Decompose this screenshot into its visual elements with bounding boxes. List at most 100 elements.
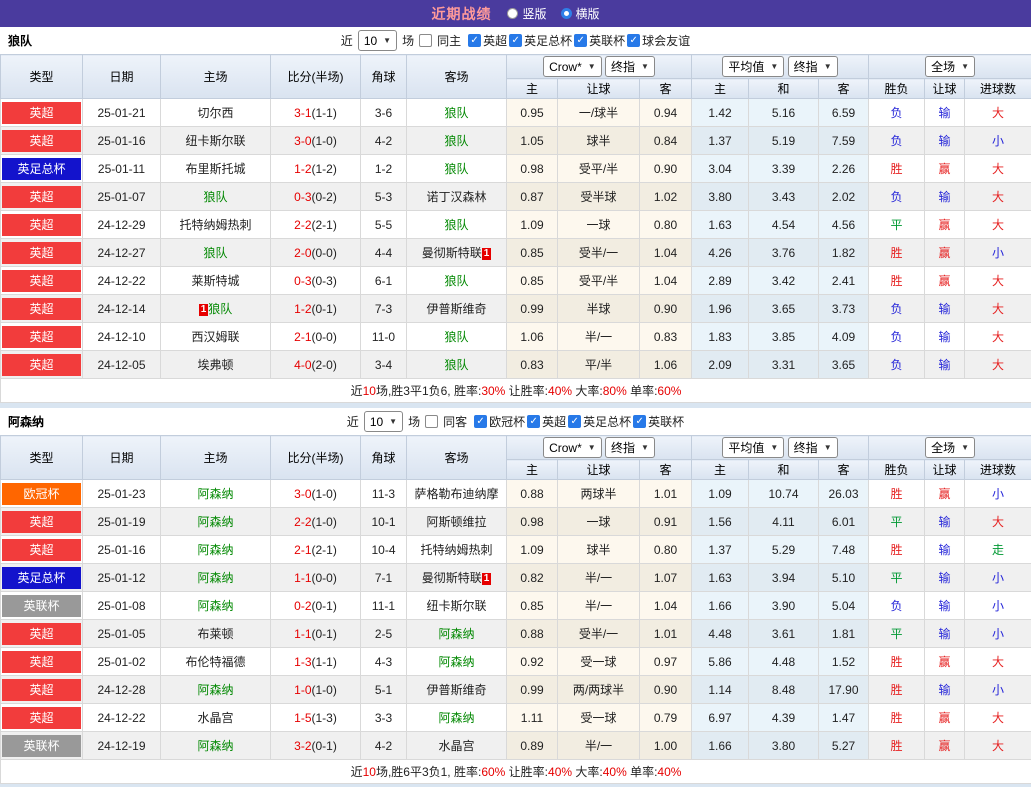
summary-stat-value: 80% <box>603 384 627 398</box>
league-checkbox-checked[interactable]: ✓ <box>568 415 581 428</box>
league-checkbox-checked[interactable]: ✓ <box>574 34 587 47</box>
full-time-score: 0-2 <box>294 599 311 613</box>
away-team-link[interactable]: 狼队 <box>444 330 468 344</box>
crow-away-odds: 1.04 <box>640 267 692 295</box>
average-select[interactable]: 平均值▼ <box>722 437 784 458</box>
league-filter-option[interactable]: ✓英足总杯 <box>509 32 572 49</box>
average-time-select[interactable]: 终指▼ <box>788 437 838 458</box>
half-time-score: (1-1) <box>312 106 337 120</box>
league-filter-option[interactable]: ✓欧冠杯 <box>474 413 525 430</box>
away-team-link[interactable]: 阿森纳 <box>438 627 474 641</box>
team-name: 狼队 <box>8 32 32 49</box>
league-filter-option[interactable]: ✓英联杯 <box>574 32 625 49</box>
home-team-link[interactable]: 狼队 <box>203 246 227 260</box>
home-team-link[interactable]: 阿森纳 <box>197 487 233 501</box>
horizontal-layout-radio[interactable]: 横版 <box>561 5 600 22</box>
goals-result: 大 <box>965 351 1031 379</box>
average-select[interactable]: 平均值▼ <box>722 56 784 77</box>
league-checkbox-checked[interactable]: ✓ <box>474 415 487 428</box>
away-team-link[interactable]: 伊普斯维奇 <box>426 683 486 697</box>
league-checkbox-checked[interactable]: ✓ <box>509 34 522 47</box>
home-team-link[interactable]: 水晶宫 <box>197 711 233 725</box>
odds-time-select[interactable]: 终指▼ <box>605 56 655 77</box>
league-checkbox-checked[interactable]: ✓ <box>627 34 640 47</box>
away-team-link[interactable]: 狼队 <box>444 218 468 232</box>
away-team-link[interactable]: 萨格勒布迪纳摩 <box>414 487 498 501</box>
away-team-link[interactable]: 狼队 <box>444 358 468 372</box>
match-count-select[interactable]: 10▼ <box>364 411 403 432</box>
home-team-link[interactable]: 狼队 <box>208 302 232 316</box>
scope-select[interactable]: 全场▼ <box>925 56 975 77</box>
league-filter-option[interactable]: ✓英超 <box>527 413 566 430</box>
league-checkbox-checked[interactable]: ✓ <box>468 34 481 47</box>
home-team-cell: 水晶宫 <box>161 704 271 732</box>
table-row: 英超25-01-02布伦特福德1-3(1-1)4-3阿森纳0.92受一球0.97… <box>1 648 1031 676</box>
league-filter-label: 英超 <box>542 413 566 430</box>
home-team-link[interactable]: 埃弗顿 <box>197 358 233 372</box>
handicap-result: 输 <box>925 592 965 620</box>
away-team-link[interactable]: 诺丁汉森林 <box>426 190 486 204</box>
home-team-link[interactable]: 布莱顿 <box>197 627 233 641</box>
table-row: 英超25-01-16纽卡斯尔联3-0(1-0)4-2狼队1.05球半0.841.… <box>1 127 1031 155</box>
full-time-score: 1-2 <box>294 162 311 176</box>
home-team-link[interactable]: 布伦特福德 <box>185 655 245 669</box>
crow-handicap: 一/球半 <box>558 99 640 127</box>
home-team-link[interactable]: 布里斯托城 <box>185 162 245 176</box>
odds-source-select[interactable]: Crow*▼ <box>543 56 602 77</box>
league-filter-option[interactable]: ✓球会友谊 <box>627 32 690 49</box>
corner-count: 3-4 <box>361 351 407 379</box>
away-team-link[interactable]: 伊普斯维奇 <box>426 302 486 316</box>
away-team-link[interactable]: 纽卡斯尔联 <box>426 599 486 613</box>
away-team-link[interactable]: 阿森纳 <box>438 655 474 669</box>
home-team-link[interactable]: 狼队 <box>203 190 227 204</box>
handicap-result: 输 <box>925 99 965 127</box>
away-team-link[interactable]: 狼队 <box>444 162 468 176</box>
same-venue-checkbox[interactable] <box>425 415 438 428</box>
average-time-select[interactable]: 终指▼ <box>788 56 838 77</box>
vertical-layout-radio[interactable]: 竖版 <box>507 5 546 22</box>
home-team-cell: 西汉姆联 <box>161 323 271 351</box>
layout-radio-group: 竖版 横版 <box>507 5 599 22</box>
away-team-link[interactable]: 狼队 <box>444 274 468 288</box>
away-team-cell: 阿斯顿维拉 <box>407 508 507 536</box>
home-team-link[interactable]: 托特纳姆热刺 <box>179 218 251 232</box>
league-filter-option[interactable]: ✓英联杯 <box>633 413 684 430</box>
league-filter-option[interactable]: ✓英超 <box>468 32 507 49</box>
crow-away-odds: 0.90 <box>640 676 692 704</box>
home-team-link[interactable]: 莱斯特城 <box>191 274 239 288</box>
home-team-link[interactable]: 阿森纳 <box>197 739 233 753</box>
away-team-link[interactable]: 狼队 <box>444 134 468 148</box>
same-venue-checkbox[interactable] <box>419 34 432 47</box>
odds-source-select[interactable]: Crow*▼ <box>543 437 602 458</box>
away-team-link[interactable]: 狼队 <box>444 106 468 120</box>
league-checkbox-checked[interactable]: ✓ <box>633 415 646 428</box>
scope-select[interactable]: 全场▼ <box>925 437 975 458</box>
home-team-link[interactable]: 阿森纳 <box>197 599 233 613</box>
home-team-link[interactable]: 切尔西 <box>197 106 233 120</box>
match-result: 胜 <box>869 239 925 267</box>
league-filter-option[interactable]: ✓英足总杯 <box>568 413 631 430</box>
league-checkbox-checked[interactable]: ✓ <box>527 415 540 428</box>
home-team-link[interactable]: 阿森纳 <box>197 571 233 585</box>
home-team-link[interactable]: 阿森纳 <box>197 683 233 697</box>
home-team-link[interactable]: 西汉姆联 <box>191 330 239 344</box>
half-time-score: (1-1) <box>312 655 337 669</box>
sub-header-result: 胜负 <box>869 79 925 99</box>
away-team-link[interactable]: 阿森纳 <box>438 711 474 725</box>
home-team-link[interactable]: 纽卡斯尔联 <box>185 134 245 148</box>
away-team-link[interactable]: 水晶宫 <box>438 739 474 753</box>
match-count-select[interactable]: 10▼ <box>358 30 397 51</box>
away-team-cell: 伊普斯维奇 <box>407 676 507 704</box>
away-team-link[interactable]: 曼彻斯特联 <box>422 246 482 260</box>
away-team-link[interactable]: 阿斯顿维拉 <box>426 515 486 529</box>
summary-stat-label: 让胜率: <box>505 765 548 779</box>
home-team-link[interactable]: 阿森纳 <box>197 543 233 557</box>
odds-time-select[interactable]: 终指▼ <box>605 437 655 458</box>
score-cell: 1-1(0-1) <box>271 620 361 648</box>
home-team-link[interactable]: 阿森纳 <box>197 515 233 529</box>
corner-count: 5-3 <box>361 183 407 211</box>
away-team-link[interactable]: 曼彻斯特联 <box>422 571 482 585</box>
crow-away-odds: 0.90 <box>640 295 692 323</box>
match-date: 25-01-21 <box>83 99 161 127</box>
away-team-link[interactable]: 托特纳姆热刺 <box>420 543 492 557</box>
